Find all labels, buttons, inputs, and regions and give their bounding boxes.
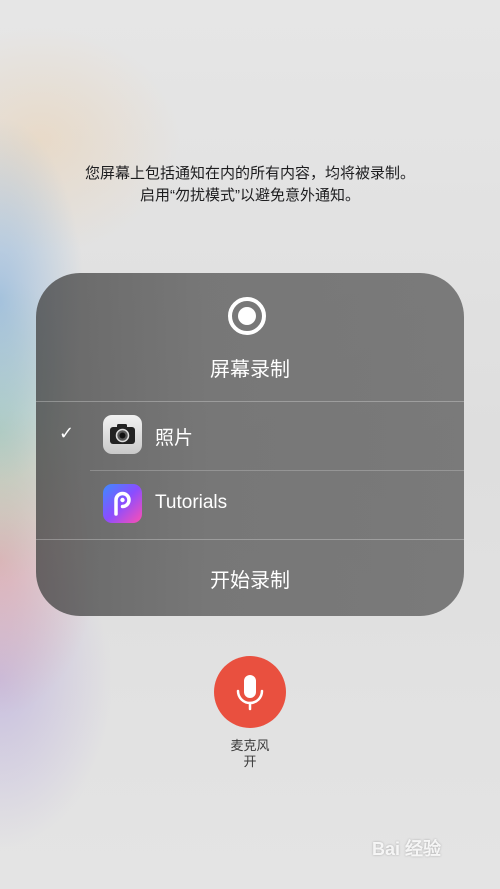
microphone-label-state: 开 [243,754,257,769]
destination-label-photos: 照片 [155,428,194,449]
destination-item-tutorials[interactable]: Tutorials [36,470,464,538]
panel-title: 屏幕录制 [210,359,290,381]
picsart-icon [103,484,142,523]
warning-line-2: 启用“勿扰模式”以避免意外通知。 [140,187,360,204]
checkmark-icon: ✓ [59,423,75,443]
divider [36,539,464,540]
microphone-label: 麦克风 开 [0,738,500,770]
recording-warning: 您屏幕上包括通知在内的所有内容，均将被录制。 启用“勿扰模式”以避免意外通知。 [0,163,500,207]
microphone-button[interactable] [214,656,286,728]
microphone-icon [236,675,264,711]
destination-label-tutorials: Tutorials [155,492,228,513]
start-recording-button[interactable]: 开始录制 [36,564,464,593]
destination-item-photos[interactable]: ✓ 照片 [36,401,464,469]
watermark-logo: Bai 经验 [372,839,442,859]
screen-recording-panel: 屏幕录制 ✓ 照片 Tutorials 开始录制 [36,273,464,616]
microphone-label-name: 麦克风 [230,738,270,753]
warning-line-1: 您屏幕上包括通知在内的所有内容，均将被录制。 [84,165,415,182]
camera-icon [103,415,142,454]
record-icon [228,297,266,335]
